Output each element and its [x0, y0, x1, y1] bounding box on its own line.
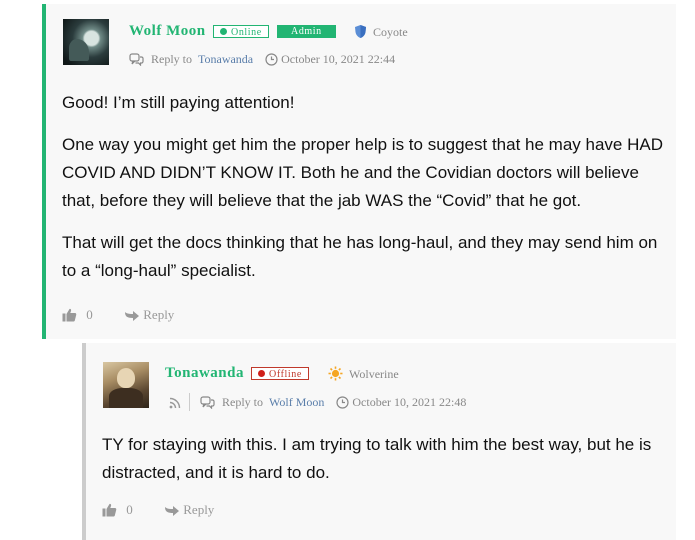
comment-tonawanda: Tonawanda Offline Wolverine Reply to Wol… [82, 343, 676, 540]
comment-meta: Reply to Tonawanda October 10, 2021 22:4… [129, 52, 395, 67]
status-badge: Offline [251, 367, 309, 380]
reply-to-link[interactable]: Tonawanda [198, 52, 253, 66]
author-name[interactable]: Wolf Moon [129, 23, 206, 40]
avatar[interactable] [103, 362, 149, 408]
author-name[interactable]: Tonawanda [165, 365, 244, 382]
vote-up-button[interactable] [102, 502, 117, 517]
comment-paragraph: Good! I’m still paying attention! [62, 93, 295, 112]
comment-actions: 0 Reply [62, 307, 174, 323]
reply-to-link[interactable]: Wolf Moon [269, 395, 324, 409]
comment-bubbles-icon [200, 396, 215, 410]
role-badge: Admin [277, 25, 336, 38]
reply-to-prefix: Reply to [151, 52, 192, 66]
comment-paragraph: One way you might get him the proper hel… [62, 135, 663, 210]
comment-bubbles-icon [129, 53, 144, 67]
comment-paragraph: That will get the docs thinking that he … [62, 233, 658, 280]
reply-arrow-icon [165, 506, 179, 516]
comment-date[interactable]: October 10, 2021 22:48 [336, 395, 466, 409]
reply-to-prefix: Reply to [222, 395, 263, 409]
status-badge: Online [213, 25, 269, 38]
avatar[interactable] [63, 19, 109, 65]
comment-paragraph: TY for staying with this. I am trying to… [102, 435, 652, 482]
comment-wolf-moon: Wolf Moon Online Admin Coyote Reply to T… [42, 4, 676, 339]
user-rank: Coyote [354, 24, 408, 40]
thumbs-up-icon [62, 308, 77, 322]
comment-meta: Reply to Wolf Moon October 10, 2021 22:4… [169, 393, 466, 411]
rss-icon[interactable] [169, 397, 181, 409]
user-rank: Wolverine [328, 366, 399, 382]
comment-date[interactable]: October 10, 2021 22:44 [265, 52, 395, 66]
comment-actions: 0 Reply [102, 502, 214, 518]
clock-icon [336, 396, 349, 409]
comment-body: TY for staying with this. I am trying to… [102, 431, 667, 501]
thumbs-up-icon [102, 503, 117, 517]
shield-icon [355, 25, 366, 38]
vote-count: 0 [126, 502, 133, 517]
sun-icon [328, 366, 343, 381]
reply-button[interactable]: Reply [164, 502, 214, 517]
clock-icon [265, 53, 278, 66]
vote-count: 0 [86, 307, 93, 322]
reply-arrow-icon [125, 311, 139, 321]
vote-up-button[interactable] [62, 307, 77, 322]
reply-button[interactable]: Reply [124, 307, 174, 322]
comment-body: Good! I’m still paying attention! One wa… [62, 89, 672, 299]
